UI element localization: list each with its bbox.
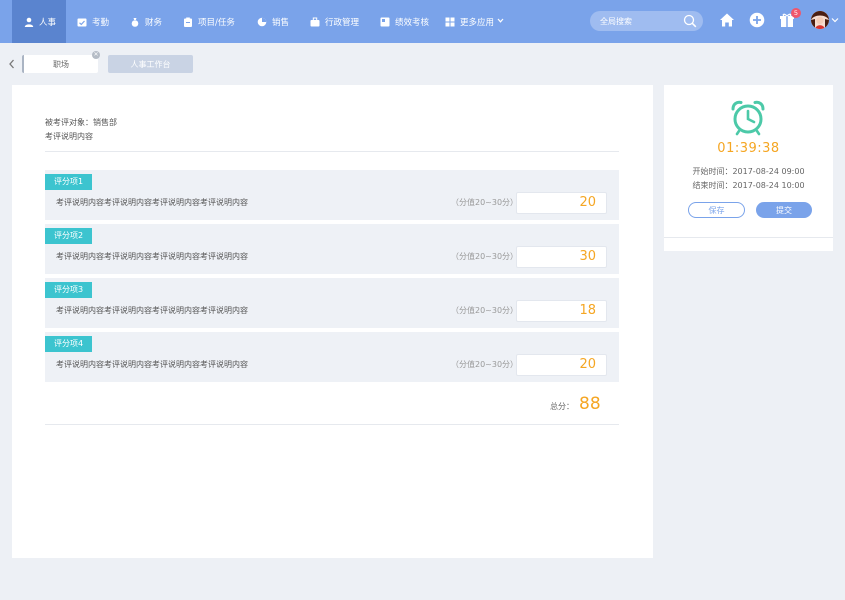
nav-item-label: 销售 [272, 17, 290, 28]
nav-item-more-apps[interactable]: 更多应用 [445, 0, 504, 43]
end-time: 结束时间：2017-08-24 10:00 [692, 181, 805, 190]
divider [45, 424, 619, 425]
global-search[interactable] [590, 11, 703, 31]
calendar-check-icon [77, 17, 87, 27]
chevron-left-icon[interactable] [7, 58, 17, 70]
report-icon [380, 17, 390, 27]
score-input[interactable]: 30 [516, 246, 607, 268]
score-item-desc: 考评说明内容考评说明内容考评说明内容考评说明内容 [56, 252, 248, 261]
nav-item-label: 人事 [39, 17, 57, 28]
nav-item-admin[interactable]: 行政管理 [310, 0, 359, 43]
alarm-clock-icon [731, 100, 765, 136]
pie-chart-icon [257, 17, 267, 27]
total-score: 88 [579, 394, 601, 414]
score-input[interactable]: 20 [516, 354, 607, 376]
score-input[interactable]: 18 [516, 300, 607, 322]
add-icon[interactable] [749, 12, 765, 28]
avatar[interactable] [811, 11, 829, 29]
score-item-tag: 评分项1 [45, 174, 93, 190]
close-icon[interactable]: ✕ [92, 51, 100, 59]
score-item: 评分项2 考评说明内容考评说明内容考评说明内容考评说明内容 （分值20~30分）… [45, 224, 619, 274]
score-item: 评分项4 考评说明内容考评说明内容考评说明内容考评说明内容 （分值20~30分）… [45, 332, 619, 382]
review-target: 被考评对象：销售部 [45, 118, 117, 127]
tab-hr-workbench[interactable]: 人事工作台 [108, 55, 193, 73]
nav-item-hr[interactable]: 人事 [12, 0, 66, 43]
nav-item-attendance[interactable]: 考勤 [77, 0, 109, 43]
score-item-tag: 评分项2 [45, 228, 93, 244]
review-description: 考评说明内容 [45, 132, 93, 141]
notification-badge: 5 [791, 8, 801, 18]
search-icon[interactable] [683, 14, 697, 28]
score-item-tag: 评分项3 [45, 282, 93, 298]
countdown-timer: 01:39:38 [717, 141, 780, 156]
chevron-down-icon [497, 17, 504, 27]
save-button[interactable]: 保存 [688, 202, 745, 218]
divider [664, 237, 833, 238]
score-input[interactable]: 20 [516, 192, 607, 214]
nav-item-label: 项目/任务 [198, 17, 235, 28]
nav-item-performance[interactable]: 绩效考核 [380, 0, 429, 43]
score-item-range: （分值20~30分） [451, 198, 519, 207]
tab-workplace[interactable]: 职场 [22, 55, 98, 73]
score-item-desc: 考评说明内容考评说明内容考评说明内容考评说明内容 [56, 360, 248, 369]
review-panel: 被考评对象：销售部 考评说明内容 评分项1 考评说明内容考评说明内容考评说明内容… [12, 85, 653, 558]
submit-button[interactable]: 提交 [756, 202, 812, 218]
divider [45, 151, 619, 152]
timer-panel: 01:39:38 开始时间：2017-08-24 09:00 结束时间：2017… [664, 85, 833, 251]
score-item-tag: 评分项4 [45, 336, 93, 352]
clipboard-icon [183, 17, 193, 27]
score-item-range: （分值20~30分） [451, 360, 519, 369]
money-bag-icon [130, 17, 140, 27]
person-icon [24, 17, 34, 27]
nav-item-projects[interactable]: 项目/任务 [183, 0, 235, 43]
nav-item-label: 行政管理 [325, 17, 360, 28]
score-item-desc: 考评说明内容考评说明内容考评说明内容考评说明内容 [56, 198, 248, 207]
tab-label: 职场 [53, 59, 69, 69]
nav-item-label: 财务 [145, 17, 163, 28]
tab-label: 人事工作台 [130, 59, 171, 69]
start-time: 开始时间：2017-08-24 09:00 [692, 167, 805, 176]
score-item-desc: 考评说明内容考评说明内容考评说明内容考评说明内容 [56, 306, 248, 315]
nav-item-label: 更多应用 [460, 17, 495, 28]
score-item-range: （分值20~30分） [451, 252, 519, 261]
score-item: 评分项3 考评说明内容考评说明内容考评说明内容考评说明内容 （分值20~30分）… [45, 278, 619, 328]
home-icon[interactable] [719, 12, 735, 28]
top-nav: 人事 考勤 财务 项目/任务 销售 行政管理 绩效考核 更多应用 5 [0, 0, 845, 43]
score-item: 评分项1 考评说明内容考评说明内容考评说明内容考评说明内容 （分值20~30分）… [45, 170, 619, 220]
nav-item-label: 绩效考核 [395, 17, 430, 28]
briefcase-icon [310, 17, 320, 27]
search-input[interactable] [590, 16, 678, 26]
chevron-down-icon[interactable] [831, 16, 839, 24]
nav-item-finance[interactable]: 财务 [130, 0, 162, 43]
score-item-range: （分值20~30分） [451, 306, 519, 315]
nav-item-sales[interactable]: 销售 [257, 0, 289, 43]
grid-icon [445, 17, 455, 27]
total-label: 总分： [550, 402, 574, 411]
nav-item-label: 考勤 [92, 17, 110, 28]
